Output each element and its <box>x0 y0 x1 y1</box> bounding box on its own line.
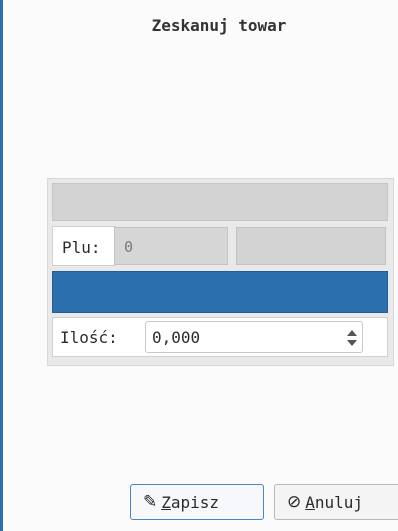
quantity-stepper[interactable]: 0,000 <box>145 321 363 353</box>
plu-field: 0 <box>114 227 228 265</box>
cancel-icon: ⊘ <box>287 492 302 512</box>
plu-row: Plu: 0 <box>52 226 388 266</box>
form-panel: Plu: 0 Ilość: 0,000 <box>47 178 394 366</box>
scan-item-dialog: Zeskanuj towar Plu: 0 Ilość: 0,000 ✎ Zap… <box>4 0 398 531</box>
dialog-title: Zeskanuj towar <box>151 16 287 35</box>
plu-value: 0 <box>124 238 134 256</box>
quantity-spinner[interactable] <box>346 328 358 348</box>
plu-extra-field <box>236 227 386 265</box>
plu-label: Plu: <box>62 238 101 257</box>
save-button[interactable]: ✎ Zapisz <box>130 484 264 520</box>
selected-item-bar[interactable] <box>52 271 388 313</box>
quantity-label: Ilość: <box>60 328 118 347</box>
plu-label-cell: Plu: <box>52 226 116 266</box>
quantity-row: Ilość: 0,000 <box>52 317 388 357</box>
quantity-input[interactable]: 0,000 <box>152 328 200 347</box>
cancel-button[interactable]: ⊘ Anuluj <box>274 484 398 520</box>
spin-down-icon[interactable] <box>347 340 357 346</box>
cancel-button-label: Anuluj <box>305 492 364 512</box>
window-left-border <box>0 0 3 531</box>
save-button-label: Zapisz <box>161 492 220 512</box>
product-name-field <box>52 183 388 221</box>
pencil-icon: ✎ <box>143 492 158 512</box>
spin-up-icon[interactable] <box>347 330 357 336</box>
